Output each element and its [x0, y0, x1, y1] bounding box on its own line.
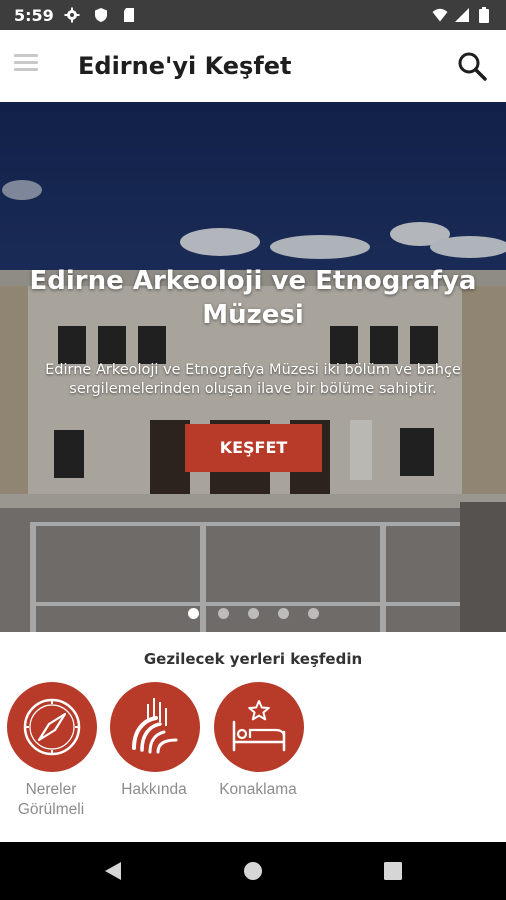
home-icon[interactable]: [241, 859, 265, 883]
status-time: 5:59: [14, 6, 54, 25]
carousel-dot[interactable]: [188, 608, 199, 619]
back-icon[interactable]: [101, 859, 125, 883]
system-nav-bar: [0, 842, 506, 900]
shield-icon: [95, 8, 107, 22]
hero-title: Edirne Arkeoloji ve Etnografya Müzesi: [29, 266, 477, 330]
battery-icon: [479, 7, 489, 23]
category-konaklama[interactable]: Konaklama: [208, 682, 308, 832]
carousel-dot[interactable]: [218, 608, 229, 619]
category-label: Hakkında: [121, 781, 187, 798]
app-bar: Edirne'yi Keşfet: [0, 30, 506, 102]
signal-icon: [455, 8, 469, 22]
hero-description: Edirne Arkeoloji ve Etnografya Müzesi ik…: [45, 362, 461, 397]
explore-button[interactable]: KEŞFET: [185, 424, 322, 472]
category-nereler-gorulmeli[interactable]: Nereler Görülmeli: [1, 682, 101, 832]
categories-title: Gezilecek yerleri keşfedin: [143, 650, 363, 668]
carousel-dot[interactable]: [308, 608, 319, 619]
hamburger-menu-icon[interactable]: [14, 54, 40, 76]
category-hakkinda[interactable]: Hakkında: [104, 682, 204, 832]
carousel-dot[interactable]: [248, 608, 259, 619]
carousel-indicator: [0, 608, 506, 622]
status-bar: 5:59: [0, 0, 506, 30]
carousel-dot[interactable]: [278, 608, 289, 619]
sd-card-icon: [124, 8, 134, 22]
compass-icon: [23, 698, 81, 756]
bed-star-icon: [232, 700, 286, 752]
settings-icon: [64, 7, 80, 23]
category-label: Nereler Görülmeli: [17, 781, 85, 818]
edirne-logo-icon: [132, 698, 178, 754]
wifi-icon: [432, 8, 448, 22]
hero-carousel[interactable]: Edirne Arkeoloji ve Etnografya Müzesi Ed…: [0, 102, 506, 632]
category-label: Konaklama: [219, 781, 297, 798]
search-icon[interactable]: [456, 50, 488, 82]
recents-icon[interactable]: [381, 859, 405, 883]
app-title: Edirne'yi Keşfet: [78, 52, 292, 80]
